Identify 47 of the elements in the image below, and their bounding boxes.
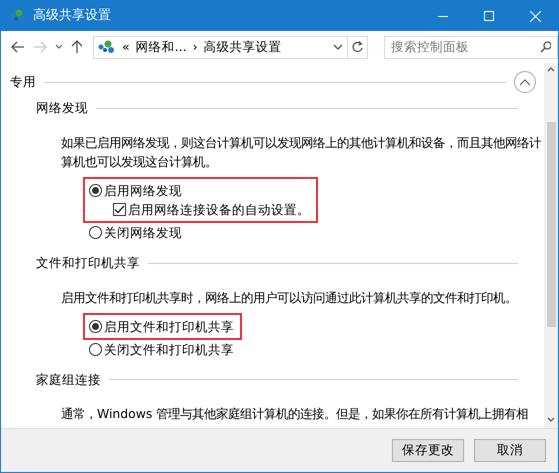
window-title: 高级共享设置: [33, 7, 111, 26]
breadcrumb[interactable]: 网络和...: [136, 38, 187, 56]
back-button[interactable]: [9, 41, 27, 53]
section-title: 文件和打印机共享: [36, 254, 140, 272]
profile-title: 专用: [10, 72, 36, 91]
radio-option[interactable]: 启用网络发现: [89, 180, 310, 200]
radio-button[interactable]: [89, 226, 102, 239]
radio-option[interactable]: 关闭网络发现: [89, 222, 182, 242]
close-icon: [530, 10, 540, 22]
description: 启用文件和打印机共享时，网络上的用户可以访问通过此计算机共享的文件和打印机。: [61, 288, 518, 306]
option-label: 关闭网络发现: [104, 224, 182, 242]
radio-option[interactable]: 启用文件和打印机共享: [89, 316, 234, 336]
option-label: 启用文件和打印机共享: [104, 318, 234, 336]
dropdown-icon: [333, 44, 344, 50]
description: 通常，Windows 管理与其他家庭组计算机的连接。但是，如果你在所有计算机上拥有相: [61, 405, 530, 424]
option-label: 关闭文件和打印机共享: [104, 340, 234, 358]
scroll-up-icon[interactable]: [547, 67, 555, 72]
radio-option[interactable]: 关闭文件和打印机共享: [89, 340, 234, 358]
radio-button[interactable]: [89, 342, 102, 356]
breadcrumb[interactable]: «: [122, 38, 130, 56]
chevron-up-icon: [519, 78, 531, 86]
address-bar[interactable]: « 网络和... › 高级共享设置: [93, 36, 348, 58]
dialog-button[interactable]: 保存更改: [392, 439, 464, 462]
network-icon: [98, 40, 116, 54]
scroll-down-icon[interactable]: [547, 417, 555, 422]
breadcrumb[interactable]: 高级共享设置: [204, 38, 282, 56]
scroll-thumb[interactable]: [546, 122, 556, 327]
up-button[interactable]: [69, 40, 85, 54]
search-icon: [540, 41, 552, 53]
radio-button[interactable]: [89, 320, 102, 332]
description: 如果已启用网络发现，则这台计算机可以发现网络上的其他计算机和设备，而且其他网络计算机也可以发现这台计算机。: [61, 134, 542, 171]
refresh-button[interactable]: [348, 36, 368, 58]
radio-button[interactable]: [89, 184, 102, 197]
option-label: 启用网络发现: [104, 182, 182, 200]
section-title: 网络发现: [36, 99, 88, 117]
section-title: 家庭组连接: [36, 370, 101, 388]
scrollbar[interactable]: [544, 63, 558, 428]
collapse-button[interactable]: [514, 71, 536, 93]
search-input[interactable]: 搜索控制面板: [391, 38, 540, 56]
maximize-icon: [484, 11, 494, 21]
checkbox[interactable]: [113, 202, 126, 216]
recent-dropdown-button[interactable]: [53, 44, 65, 50]
network-icon: [9, 9, 27, 23]
breadcrumb[interactable]: ›: [192, 38, 198, 56]
dialog-button[interactable]: 取消: [474, 439, 546, 462]
search-field[interactable]: 搜索控制面板: [384, 36, 558, 58]
refresh-icon: [352, 41, 364, 53]
